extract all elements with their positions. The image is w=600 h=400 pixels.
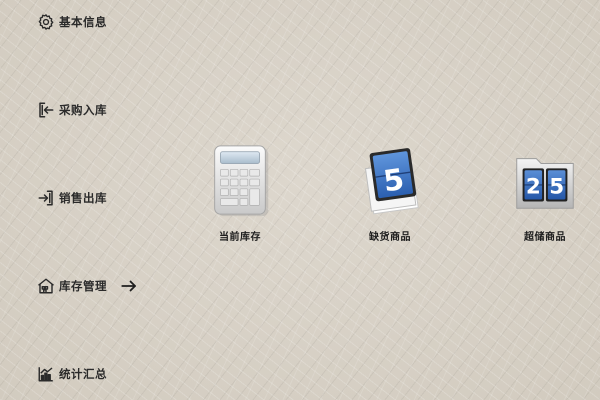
folder-calendar-icon: 2 5 bbox=[516, 158, 574, 209]
sidebar-item-label: 基本信息 bbox=[59, 15, 107, 29]
sidebar-item-label: 统计汇总 bbox=[59, 367, 107, 381]
tile-current-inventory[interactable]: 当前库存 bbox=[195, 143, 285, 243]
folder-digit-right: 5 bbox=[549, 175, 564, 200]
tile-label: 缺货商品 bbox=[369, 232, 411, 243]
tile-label: 超储商品 bbox=[524, 232, 566, 243]
sidebar-item-label: 销售出库 bbox=[59, 191, 107, 205]
calculator-icon bbox=[214, 145, 269, 217]
bar-chart-icon bbox=[36, 364, 56, 384]
folder-digit-left: 2 bbox=[526, 175, 541, 200]
gear-icon bbox=[36, 12, 56, 32]
tile-overstock[interactable]: 2 5 超储商品 bbox=[500, 143, 590, 243]
sidebar-item-label: 采购入库 bbox=[59, 103, 107, 117]
sidebar-item-statistics[interactable]: 统计汇总 bbox=[36, 363, 107, 385]
sidebar-item-basic-info[interactable]: 基本信息 bbox=[36, 11, 107, 33]
sidebar-item-inventory-management[interactable]: 库存管理 bbox=[36, 275, 107, 297]
sidebar-item-sales-out[interactable]: 销售出库 bbox=[36, 187, 107, 209]
sidebar-item-label: 库存管理 bbox=[59, 279, 107, 293]
warehouse-icon bbox=[36, 276, 56, 296]
logout-arrow-icon bbox=[36, 188, 56, 208]
tile-label: 当前库存 bbox=[219, 232, 261, 243]
login-arrow-icon bbox=[36, 100, 56, 120]
tile-out-of-stock[interactable]: 5 缺货商品 bbox=[345, 143, 435, 243]
arrow-right-icon bbox=[121, 280, 136, 292]
sidebar-item-purchase-in[interactable]: 采购入库 bbox=[36, 99, 107, 121]
flip-calendar-icon: 5 bbox=[364, 148, 419, 215]
